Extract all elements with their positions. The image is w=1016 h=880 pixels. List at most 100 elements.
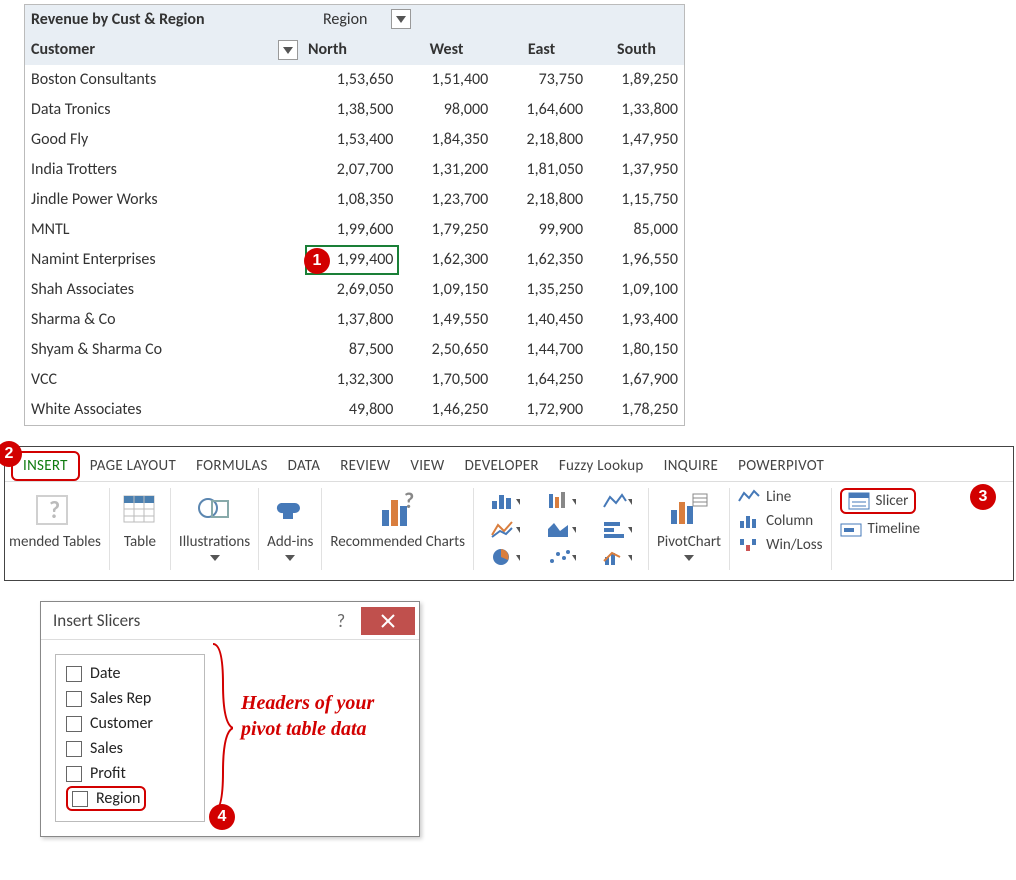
addins-button[interactable]: Add-ins	[267, 488, 313, 566]
pivot-row-label[interactable]: Good Fly	[25, 125, 305, 155]
pivot-row-label[interactable]: VCC	[25, 365, 305, 395]
pivot-cell[interactable]: 87,500	[305, 335, 400, 365]
pie-chart-dropdown[interactable]	[482, 544, 528, 570]
pivot-cell[interactable]: 1,64,250	[494, 365, 589, 395]
slicer-field-sales[interactable]: Sales	[66, 736, 194, 761]
pivot-cell[interactable]: 1,80,150	[589, 335, 684, 365]
checkbox[interactable]	[66, 766, 82, 782]
surface-chart-dropdown[interactable]	[594, 488, 640, 514]
slicer-field-profit[interactable]: Profit	[66, 761, 194, 786]
pivot-cell[interactable]: 1,84,350	[399, 125, 494, 155]
slicer-field-customer[interactable]: Customer	[66, 711, 194, 736]
hbar-chart-dropdown[interactable]	[594, 516, 640, 542]
pivot-cell[interactable]: 1,33,800	[589, 95, 684, 125]
tab-inquire[interactable]: INQUIRE	[654, 453, 729, 479]
stock-chart-dropdown[interactable]	[538, 488, 584, 514]
tab-developer[interactable]: DEVELOPER	[455, 453, 549, 479]
recommended-charts-button[interactable]: ? Recommended Charts	[330, 488, 465, 550]
pivot-cell[interactable]: 1,67,900	[589, 365, 684, 395]
pivot-cell[interactable]: 1,37,950	[589, 155, 684, 185]
checkbox[interactable]	[72, 791, 88, 807]
pivot-cell[interactable]: 1,47,950	[589, 125, 684, 155]
timeline-button[interactable]: Timeline	[840, 520, 920, 538]
tab-page-layout[interactable]: PAGE LAYOUT	[80, 453, 186, 479]
sparkline-column-button[interactable]: Column	[738, 512, 813, 530]
pivot-cell[interactable]: 1,09,100	[589, 275, 684, 305]
checkbox[interactable]	[66, 716, 82, 732]
pivot-cell[interactable]: 1,62,300	[399, 245, 494, 275]
bar-chart-dropdown[interactable]	[482, 488, 528, 514]
sparkline-winloss-button[interactable]: Win/Loss	[738, 536, 822, 554]
pivot-cell[interactable]: 2,50,650	[399, 335, 494, 365]
pivot-row-label[interactable]: MNTL	[25, 215, 305, 245]
pivot-row-label[interactable]: India Trotters	[25, 155, 305, 185]
pivot-cell[interactable]: 1,53,650	[305, 65, 400, 95]
pivot-cell[interactable]: 1,08,350	[305, 185, 400, 215]
tab-view[interactable]: VIEW	[400, 453, 454, 479]
pivot-cell[interactable]: 1,51,400	[399, 65, 494, 95]
pivot-row-label[interactable]: White Associates	[25, 395, 305, 425]
pivot-cell[interactable]: 1,44,700	[494, 335, 589, 365]
pivot-cell[interactable]: 1,70,500	[399, 365, 494, 395]
pivot-cell[interactable]: 1,38,500	[305, 95, 400, 125]
pivot-cell[interactable]: 2,07,700	[305, 155, 400, 185]
tab-powerpivot[interactable]: POWERPIVOT	[728, 453, 834, 479]
scatter-chart-dropdown[interactable]	[538, 544, 584, 570]
table-button[interactable]: Table	[118, 488, 162, 550]
pivot-cell[interactable]: 1,81,050	[494, 155, 589, 185]
pivot-cell[interactable]: 73,750	[494, 65, 589, 95]
checkbox[interactable]	[66, 741, 82, 757]
pivot-row-label[interactable]: Namint Enterprises	[25, 245, 305, 275]
pivot-row-label[interactable]: Jindle Power Works	[25, 185, 305, 215]
tab-fuzzy-lookup[interactable]: Fuzzy Lookup	[549, 453, 654, 479]
slicer-field-date[interactable]: Date	[66, 661, 194, 686]
pivot-cell[interactable]: 1,23,700	[399, 185, 494, 215]
pivot-cell[interactable]: 1,35,250	[494, 275, 589, 305]
pivot-cell[interactable]: 1,37,800	[305, 305, 400, 335]
tab-data[interactable]: DATA	[278, 453, 331, 479]
combo-chart-dropdown[interactable]	[594, 544, 640, 570]
pivot-cell[interactable]: 1,72,900	[494, 395, 589, 425]
slicer-button[interactable]: Slicer	[840, 488, 917, 514]
pivot-cell[interactable]: 1,53,400	[305, 125, 400, 155]
pivot-cell[interactable]: 2,69,050	[305, 275, 400, 305]
pivot-cell[interactable]: 1,78,250	[589, 395, 684, 425]
pivot-cell[interactable]: 1,93,400	[589, 305, 684, 335]
pivot-row-label[interactable]: Shah Associates	[25, 275, 305, 305]
pivot-cell[interactable]: 1,15,750	[589, 185, 684, 215]
pivot-cell[interactable]: 1,96,550	[589, 245, 684, 275]
pivot-cell[interactable]: 85,000	[589, 215, 684, 245]
pivot-cell[interactable]: 1,79,250	[399, 215, 494, 245]
pivot-cell[interactable]: 98,000	[399, 95, 494, 125]
slicer-field-region[interactable]: Region	[66, 786, 146, 811]
checkbox[interactable]	[66, 666, 82, 682]
checkbox[interactable]	[66, 691, 82, 707]
pivot-cell[interactable]: 49,800	[305, 395, 400, 425]
pivot-cell[interactable]: 1,31,200	[399, 155, 494, 185]
pivot-cell[interactable]: 1,49,550	[399, 305, 494, 335]
illustrations-button[interactable]: Illustrations	[179, 488, 250, 566]
pivot-row-label[interactable]: Boston Consultants	[25, 65, 305, 95]
pivot-row-label[interactable]: Data Tronics	[25, 95, 305, 125]
pivot-cell[interactable]: 1,99,600	[305, 215, 400, 245]
pivot-cell[interactable]: 2,18,800	[494, 125, 589, 155]
pivotchart-button[interactable]: PivotChart	[657, 488, 721, 566]
dialog-help-button[interactable]: ?	[325, 607, 357, 635]
dialog-close-button[interactable]	[361, 607, 415, 635]
area-chart-dropdown[interactable]	[538, 516, 584, 542]
pivot-cell[interactable]: 2,18,800	[494, 185, 589, 215]
slicer-field-sales-rep[interactable]: Sales Rep	[66, 686, 194, 711]
line-chart-dropdown[interactable]	[482, 516, 528, 542]
recommended-pivottables-button[interactable]: ? mended Tables	[9, 488, 101, 550]
pivot-cell[interactable]: 1,64,600	[494, 95, 589, 125]
sparkline-line-button[interactable]: Line	[738, 488, 791, 506]
pivot-row-label[interactable]: Shyam & Sharma Co	[25, 335, 305, 365]
pivot-cell[interactable]: 1,89,250	[589, 65, 684, 95]
pivot-cell[interactable]: 1,09,150	[399, 275, 494, 305]
pivot-cell[interactable]: 1,46,250	[399, 395, 494, 425]
tab-formulas[interactable]: FORMULAS	[186, 453, 278, 479]
pivot-row-label[interactable]: Sharma & Co	[25, 305, 305, 335]
tab-review[interactable]: REVIEW	[330, 453, 400, 479]
pivot-cell[interactable]: 1,62,350	[494, 245, 589, 275]
pivot-cell[interactable]: 1,32,300	[305, 365, 400, 395]
